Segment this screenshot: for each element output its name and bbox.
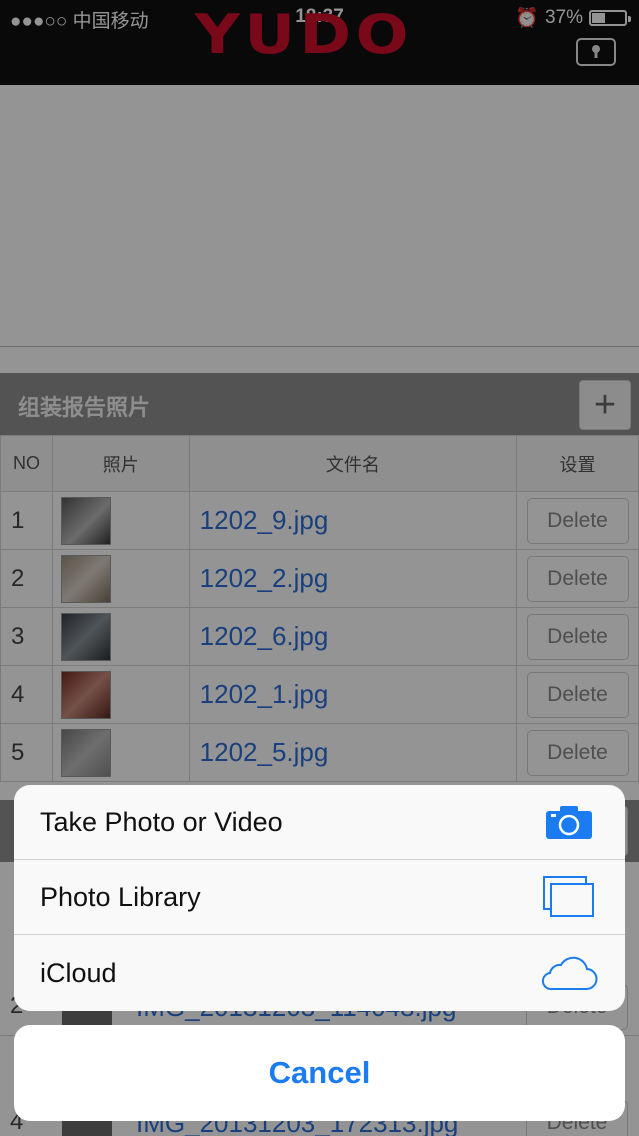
cloud-icon xyxy=(539,948,599,998)
action-sheet: Take Photo or Video Photo Library iCloud xyxy=(14,785,625,1011)
take-photo-option[interactable]: Take Photo or Video xyxy=(14,785,625,860)
option-label: Take Photo or Video xyxy=(40,806,283,837)
option-label: iCloud xyxy=(40,957,117,988)
photo-library-icon xyxy=(539,872,599,922)
cancel-button[interactable]: Cancel xyxy=(14,1025,625,1121)
photo-library-option[interactable]: Photo Library xyxy=(14,860,625,935)
camera-icon xyxy=(539,797,599,847)
cancel-label: Cancel xyxy=(268,1055,371,1090)
option-label: Photo Library xyxy=(40,881,201,912)
icloud-option[interactable]: iCloud xyxy=(14,935,625,1011)
